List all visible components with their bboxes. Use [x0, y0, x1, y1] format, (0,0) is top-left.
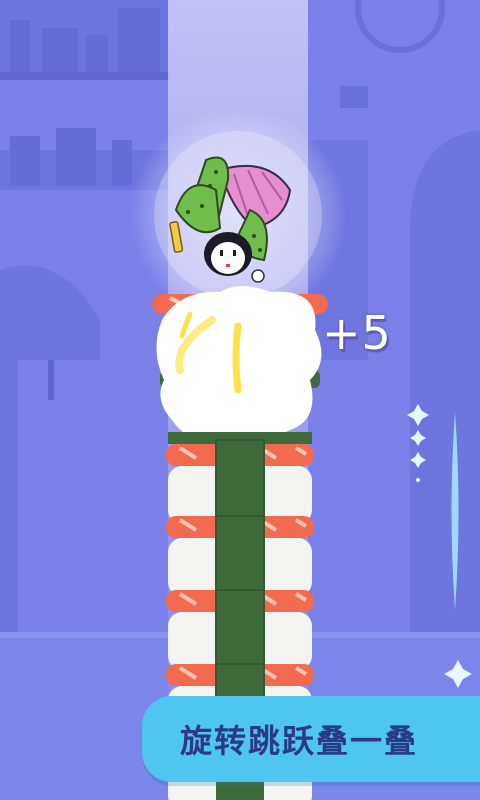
- game-stage[interactable]: +5 旋转跳跃叠一叠: [0, 0, 480, 800]
- sushi-layer: [166, 515, 314, 601]
- sushi-layer: [156, 286, 322, 442]
- sushi-layer: [166, 589, 314, 675]
- doll-character-icon: [169, 156, 292, 283]
- score-popup: +5: [322, 306, 392, 360]
- banner-text: 旋转跳跃叠一叠: [180, 722, 419, 760]
